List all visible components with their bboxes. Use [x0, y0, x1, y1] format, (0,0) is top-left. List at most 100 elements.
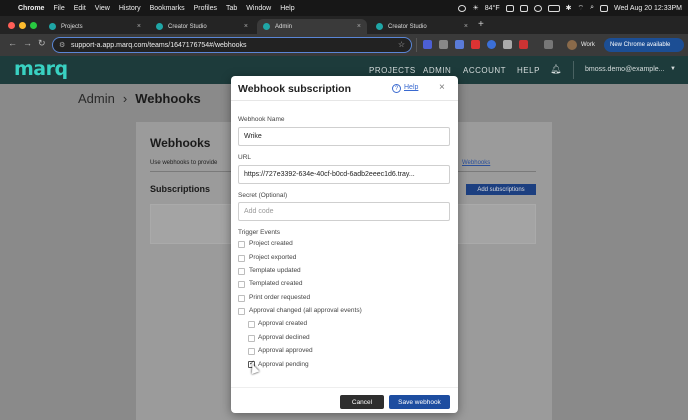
secret-label: Secret (Optional)	[238, 192, 288, 199]
save-webhook-button[interactable]: Save webhook	[389, 395, 450, 409]
checkbox-label: Approval changed (all approval events)	[249, 307, 362, 314]
help-link[interactable]: Help	[404, 84, 418, 91]
cancel-button[interactable]: Cancel	[340, 395, 384, 409]
window-minimize-button[interactable]	[19, 22, 26, 29]
address-bar[interactable]: ⚙ support-a.app.marq.com/teams/164717675…	[52, 37, 412, 53]
status-icon[interactable]	[458, 4, 467, 12]
nav-admin[interactable]: ADMIN	[423, 66, 451, 75]
extension-icon[interactable]	[519, 40, 528, 49]
window-zoom-button[interactable]	[30, 22, 37, 29]
add-subscriptions-button[interactable]: Add subscriptions	[466, 184, 536, 195]
breadcrumb-separator: ›	[122, 91, 128, 106]
extension-icon[interactable]	[503, 40, 512, 49]
tab-label: Projects	[61, 23, 83, 30]
webhook-name-value: Wrike	[244, 133, 262, 140]
extension-icon[interactable]	[487, 40, 496, 49]
profile-button[interactable]: Work	[567, 38, 595, 52]
menu-history[interactable]: History	[119, 5, 141, 12]
bluetooth-icon[interactable]: ✱	[566, 4, 572, 12]
new-tab-icon[interactable]: +	[478, 19, 484, 30]
url-input[interactable]: https://727e3392-634e-40cf-b0cd-6adb2eee…	[238, 165, 450, 184]
back-icon[interactable]: ←	[8, 38, 17, 48]
record-icon[interactable]	[533, 4, 542, 12]
forward-icon[interactable]: →	[23, 38, 32, 48]
tab-close-icon[interactable]: ×	[464, 23, 468, 30]
window-close-button[interactable]	[8, 22, 15, 29]
tab-label: Creator Studio	[168, 23, 207, 30]
menu-profiles[interactable]: Profiles	[194, 5, 217, 12]
tab-creator-studio-2[interactable]: Creator Studio ×	[370, 19, 474, 34]
checkbox-label: Project exported	[249, 254, 297, 261]
checkbox-approval-approved[interactable]	[248, 348, 255, 355]
notifications-bell-icon[interactable]: 🔔︎	[550, 64, 561, 75]
tab-close-icon[interactable]: ×	[137, 23, 141, 30]
checkbox-label: Templated created	[249, 280, 303, 287]
breadcrumb-admin[interactable]: Admin	[78, 91, 115, 106]
status-area: ☀ 84°F ✱ ⌔ ⌕ Wed Aug 20 12:33PM	[458, 4, 688, 13]
menu-tab[interactable]: Tab	[226, 5, 237, 12]
tab-close-icon[interactable]: ×	[357, 23, 361, 30]
menu-app-chrome[interactable]: Chrome	[18, 5, 44, 12]
close-icon[interactable]: ×	[439, 82, 445, 93]
weather-temp: 84°F	[484, 4, 500, 12]
extension-icon[interactable]	[471, 40, 480, 49]
extension-icon[interactable]	[423, 40, 432, 49]
help-icon[interactable]: ?	[392, 84, 401, 93]
url-text: support-a.app.marq.com/teams/1647176754#…	[71, 41, 247, 49]
menu-bookmarks[interactable]: Bookmarks	[150, 5, 185, 12]
url-value: https://727e3392-634e-40cf-b0cd-6adb2eee…	[244, 171, 415, 178]
checkbox-label: Approval created	[258, 320, 308, 327]
nav-help[interactable]: HELP	[517, 66, 540, 75]
side-panel-icon[interactable]	[544, 40, 553, 49]
checkbox-templated-created[interactable]	[238, 281, 245, 288]
search-icon[interactable]: ⌕	[590, 4, 594, 12]
secret-input[interactable]: Add code	[238, 202, 450, 221]
marq-logo[interactable]: marq	[14, 58, 68, 80]
tab-projects[interactable]: Projects ×	[43, 19, 147, 34]
breadcrumb-current: Webhooks	[135, 91, 201, 106]
menu-file[interactable]: File	[53, 5, 64, 12]
new-chrome-available-button[interactable]: New Chrome available	[604, 38, 684, 52]
subscriptions-heading: Subscriptions	[150, 184, 211, 194]
checkbox-project-exported[interactable]	[238, 255, 245, 262]
clock[interactable]: Wed Aug 20 12:33PM	[614, 5, 682, 12]
reload-icon[interactable]: ↻	[38, 38, 46, 49]
checkbox-approval-created[interactable]	[248, 321, 255, 328]
headphones-icon[interactable]	[505, 4, 514, 12]
marq-favicon-icon	[156, 23, 163, 30]
checkbox-project-created[interactable]	[238, 241, 245, 248]
marq-favicon-icon	[263, 23, 270, 30]
secret-placeholder: Add code	[244, 208, 274, 215]
site-info-icon[interactable]: ⚙	[59, 41, 65, 49]
menu-window[interactable]: Window	[246, 5, 271, 12]
macos-menubar: Chrome File Edit View History Bookmarks …	[0, 0, 688, 16]
screen-icon[interactable]	[519, 4, 528, 12]
checkbox-label: Approval approved	[258, 347, 313, 354]
bookmark-star-icon[interactable]: ☆	[398, 40, 405, 49]
chevron-down-icon[interactable]: ▼	[670, 66, 676, 72]
tab-creator-studio-1[interactable]: Creator Studio ×	[150, 19, 254, 34]
user-menu[interactable]: bmoss.demo@example...	[585, 66, 664, 73]
new-chrome-label: New Chrome available	[610, 42, 671, 48]
checkbox-template-updated[interactable]	[238, 268, 245, 275]
menu-edit[interactable]: Edit	[74, 5, 86, 12]
tab-admin[interactable]: Admin ×	[257, 19, 367, 34]
control-center-icon[interactable]	[600, 4, 609, 12]
tab-close-icon[interactable]: ×	[244, 23, 248, 30]
checkbox-approval-changed[interactable]	[238, 308, 245, 315]
checkbox-print-order-requested[interactable]	[238, 295, 245, 302]
modal-title: Webhook subscription	[238, 83, 351, 95]
nav-account[interactable]: ACCOUNT	[463, 66, 506, 75]
extension-icon[interactable]	[455, 40, 464, 49]
checkbox-approval-declined[interactable]	[248, 335, 255, 342]
modal-footer-divider	[231, 387, 458, 388]
wifi-icon[interactable]: ⌔	[578, 4, 585, 13]
battery-icon[interactable]	[547, 4, 560, 12]
webhook-name-label: Webhook Name	[238, 116, 285, 123]
nav-projects[interactable]: PROJECTS	[369, 66, 416, 75]
menu-help[interactable]: Help	[280, 5, 294, 12]
menu-view[interactable]: View	[95, 5, 110, 12]
webhooks-docs-link[interactable]: Webhooks	[462, 160, 490, 166]
webhook-name-input[interactable]: Wrike	[238, 127, 450, 146]
extension-icon[interactable]	[439, 40, 448, 49]
